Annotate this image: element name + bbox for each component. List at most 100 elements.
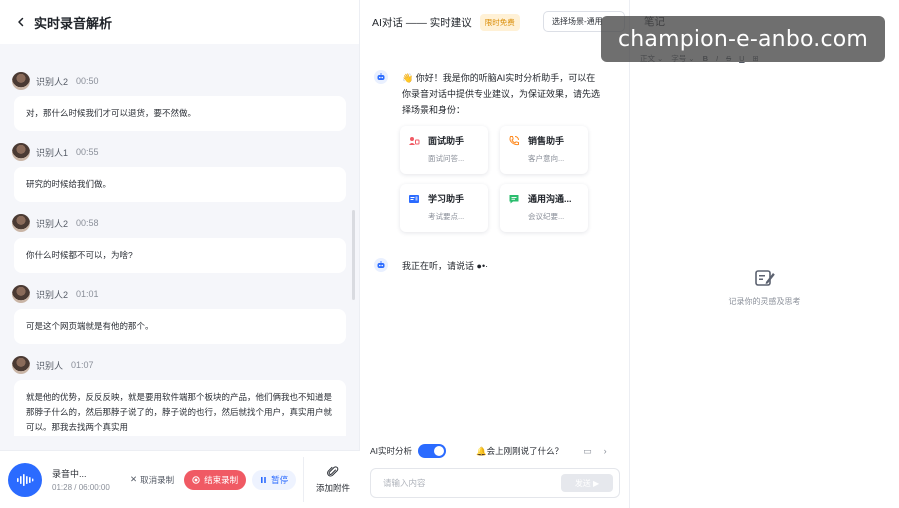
speaker-name: 识别人2 [36, 218, 69, 229]
scene-card-title: 面试助手 [428, 136, 465, 146]
divider [303, 457, 304, 502]
cancel-recording-button[interactable]: ✕ 取消录制 [130, 474, 174, 486]
transcript-text: 可是这个网页端就是有他的那个。 [14, 309, 346, 344]
speaker-row: 识别人1 00:55 [12, 139, 340, 165]
scene-card-subtitle: 考试要点... [428, 212, 465, 221]
ai-greeting-text: 👋 你好！我是你的听脑AI实时分析助手，可以在你录音对话中提供专业建议，为保证效… [402, 70, 600, 118]
interview-icon [408, 135, 420, 147]
scene-card-subtitle: 客户意向... [528, 154, 565, 163]
speaker-timestamp: 00:58 [76, 218, 99, 228]
recording-bar: 录音中... 01:28 / 06:00:00 ✕ 取消录制 结束录制 暂停 添… [0, 450, 360, 508]
speaker-avatar [12, 214, 30, 232]
notes-empty-state: 记录你的灵感及思考 [630, 268, 899, 307]
speaker-avatar [12, 72, 30, 90]
recording-status: 录音中... [52, 469, 87, 479]
chevron-right-icon[interactable]: › [604, 446, 607, 457]
notes-panel: 笔记 正文⌄ 字号⌄ B I S U ⊞ 记录你的灵感及思考 [630, 0, 899, 508]
greeting-text: 你好！我是你的听脑AI实时分析助手，可以在你录音对话中提供专业建议，为保证效果，… [402, 73, 601, 115]
scene-card-subtitle: 面试问答... [428, 154, 465, 163]
comment-icon[interactable]: ▭ [583, 446, 592, 457]
speaker-name: 识别人 [36, 360, 64, 371]
ai-greeting-message: 👋 你好！我是你的听脑AI实时分析助手，可以在你录音对话中提供专业建议，为保证效… [374, 70, 600, 118]
ai-chat-header: AI对话 —— 实时建议 限时免费 选择场景-通用 [360, 0, 629, 44]
scene-card-title: 学习助手 [428, 194, 465, 204]
recording-info: 录音中... 01:28 / 06:00:00 [52, 467, 118, 492]
typing-dots-icon: ●•· [476, 261, 489, 271]
scene-card-title: 通用沟通... [528, 194, 572, 204]
speaker-timestamp: 01:07 [71, 360, 94, 370]
transcript-panel: 实时录音解析 识别人2 00:50 对，那什么时候我们才可以退货，要不然做。 识… [0, 0, 360, 508]
ai-bot-icon [374, 70, 388, 84]
transcript-text: 研究的时候给我们做。 [14, 167, 346, 202]
transcript-entry: 识别人1 00:55 研究的时候给我们做。 [0, 139, 352, 202]
recording-time: 01:28 / 06:00:00 [52, 483, 110, 492]
close-icon: ✕ [130, 474, 138, 484]
free-badge: 限时免费 [479, 13, 520, 31]
speaker-name: 识别人2 [36, 76, 69, 87]
transcript-text: 对，那什么时候我们才可以退货，要不然做。 [14, 96, 346, 131]
scene-card-interview[interactable]: 面试助手 面试问答... [400, 126, 488, 174]
scene-card-sales[interactable]: 销售助手 客户意向... [500, 126, 588, 174]
watermark-overlay: champion-e-anbo.com [601, 16, 885, 62]
chat-input[interactable] [371, 469, 541, 497]
chat-icon [508, 193, 520, 205]
end-recording-button[interactable]: 结束录制 [184, 469, 247, 490]
audio-wave-icon [17, 473, 34, 486]
transcript-entry: 识别人2 01:01 可是这个网页端就是有他的那个。 [0, 281, 352, 344]
page-title: 实时录音解析 [34, 15, 113, 31]
speaker-timestamp: 00:50 [76, 76, 99, 86]
back-arrow-icon[interactable] [14, 15, 28, 29]
transcript-entry: 识别人2 00:58 你什么时候都不可以，为啥? [0, 210, 352, 273]
end-recording-label: 结束录制 [204, 474, 239, 485]
ai-listening-message: 我正在听，请说话 ●•· [374, 258, 600, 274]
realtime-analysis-label: AI实时分析 [370, 446, 413, 456]
ai-bot-icon [374, 258, 388, 272]
speaker-timestamp: 00:55 [76, 147, 99, 157]
ai-chat-footer: AI实时分析 🔔会上刚刚说了什么？ ▭ › 发送 ▶ [360, 436, 630, 508]
speaker-avatar [12, 143, 30, 161]
transcript-header: 实时录音解析 [0, 0, 359, 44]
note-edit-icon [754, 270, 775, 286]
listening-text: 我正在听，请说话 ●•· [402, 258, 600, 274]
ai-chat-title: AI对话 —— 实时建议 [372, 16, 472, 29]
realtime-analysis-row: AI实时分析 🔔会上刚刚说了什么？ ▭ › [370, 442, 620, 460]
hint-actions: ▭ › [583, 446, 607, 457]
speaker-name: 识别人1 [36, 147, 69, 158]
transcript-list[interactable]: 识别人2 00:50 对，那什么时候我们才可以退货，要不然做。 识别人1 00:… [0, 68, 352, 436]
phone-icon [508, 135, 520, 147]
pause-button[interactable]: 暂停 [252, 469, 297, 490]
chat-input-box: 发送 ▶ [370, 468, 620, 498]
paperclip-icon [327, 466, 339, 477]
recording-wave-button[interactable] [8, 462, 42, 497]
waving-hand-icon: 👋 [402, 73, 414, 83]
add-attachment-label: 添加附件 [315, 483, 350, 493]
cancel-recording-label: 取消录制 [140, 474, 175, 485]
pause-icon [261, 476, 266, 483]
speaker-name: 识别人2 [36, 289, 69, 300]
send-button[interactable]: 发送 ▶ [561, 474, 613, 492]
listening-label: 我正在听，请说话 [402, 261, 475, 271]
speaker-row: 识别人2 01:01 [12, 281, 340, 307]
scene-card-study[interactable]: 学习助手 考试要点... [400, 184, 488, 232]
scene-card-subtitle: 会议纪要... [528, 212, 565, 221]
suggested-question[interactable]: 🔔会上刚刚说了什么？ [476, 445, 563, 457]
speaker-row: 识别人 01:07 [12, 352, 340, 378]
stop-icon [192, 475, 200, 484]
transcript-scrollbar[interactable] [352, 210, 355, 300]
speaker-row: 识别人2 00:50 [12, 68, 340, 94]
transcript-text: 就是他的优势，反反反映，就是要用软件端那个板块的产品，他们俩我也不知道是那脖子什… [14, 380, 346, 436]
speaker-row: 识别人2 00:58 [12, 210, 340, 236]
speaker-avatar [12, 285, 30, 303]
speaker-timestamp: 01:01 [76, 289, 99, 299]
speaker-avatar [12, 356, 30, 374]
scene-cards: 面试助手 面试问答... 销售助手 客户意向... 学习助手 考试要点... 通… [400, 126, 590, 232]
notes-empty-text: 记录你的灵感及思考 [728, 297, 801, 306]
transcript-text: 你什么时候都不可以，为啥? [14, 238, 346, 273]
scene-card-title: 销售助手 [528, 136, 565, 146]
scene-card-general[interactable]: 通用沟通... 会议纪要... [500, 184, 588, 232]
add-attachment-button[interactable]: 添加附件 [310, 459, 356, 501]
transcript-entry: 识别人2 00:50 对，那什么时候我们才可以退货，要不然做。 [0, 68, 352, 131]
realtime-analysis-toggle[interactable] [418, 444, 447, 458]
pause-label: 暂停 [271, 474, 289, 485]
ai-chat-panel: AI对话 —— 实时建议 限时免费 选择场景-通用 👋 你好！我是你的听脑AI实… [360, 0, 630, 508]
